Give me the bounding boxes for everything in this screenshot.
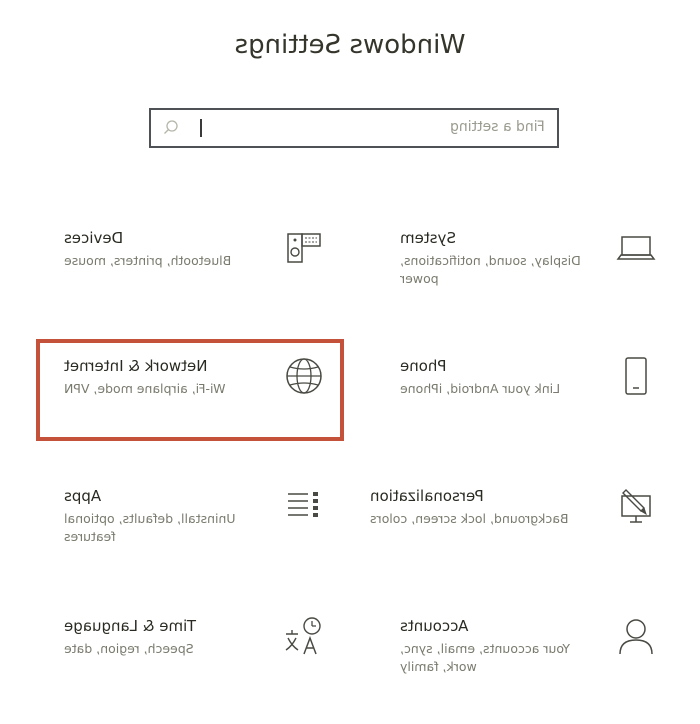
tile-personalization[interactable]: Personalization Background, lock screen,… <box>370 484 664 564</box>
tile-desc-devices: Bluetooth, printers, mouse <box>64 253 232 268</box>
text-cursor <box>200 119 202 137</box>
tile-title-apps: Apps <box>64 487 102 505</box>
search-icon <box>161 118 181 138</box>
tile-network[interactable]: Network & Internet Wi-Fi, airplane mode,… <box>60 354 340 434</box>
tile-title-personalization: Personalization <box>370 487 484 505</box>
tile-desc-time-language: Speech, region, date <box>64 641 194 656</box>
tile-system[interactable]: System Display, sound, notifications, po… <box>400 226 664 306</box>
tile-apps[interactable]: Apps Uninstall, defaults, optional featu… <box>60 484 340 564</box>
apps-list-icon <box>282 484 326 528</box>
tile-title-devices: Devices <box>64 229 124 247</box>
tile-title-phone: Phone <box>400 357 447 375</box>
tile-title-accounts: Accounts <box>400 617 469 635</box>
search-input[interactable]: Find a setting <box>149 108 559 148</box>
paintbrush-icon <box>614 484 658 528</box>
tile-desc-personalization: Background, lock screen, colors <box>370 511 569 526</box>
globe-icon <box>282 354 326 398</box>
tile-devices[interactable]: Devices Bluetooth, printers, mouse <box>60 226 340 306</box>
tile-desc-phone: Link your Android, iPhone <box>400 381 561 396</box>
devices-icon <box>282 226 326 270</box>
tile-phone[interactable]: Phone Link your Android, iPhone <box>400 354 664 434</box>
page-title: Windows Settings <box>234 30 466 60</box>
laptop-icon <box>614 226 658 270</box>
tile-desc-accounts: Your accounts, email, sync, work, family <box>400 641 571 674</box>
tile-title-system: System <box>400 229 456 247</box>
search-placeholder: Find a setting <box>450 119 545 135</box>
tile-title-time-language: Time & Language <box>64 617 196 635</box>
tile-desc-system: Display, sound, notifications, power <box>400 253 581 286</box>
tile-accounts[interactable]: Accounts Your accounts, email, sync, wor… <box>400 614 664 694</box>
tile-desc-apps: Uninstall, defaults, optional features <box>64 511 236 544</box>
tile-time-language[interactable]: Time & Language Speech, region, date <box>60 614 340 694</box>
time-language-icon <box>282 614 326 658</box>
person-icon <box>614 614 658 658</box>
tile-desc-network: Wi-Fi, airplane mode, VPN <box>64 381 226 396</box>
phone-icon <box>614 354 658 398</box>
tile-title-network: Network & Internet <box>64 357 208 375</box>
